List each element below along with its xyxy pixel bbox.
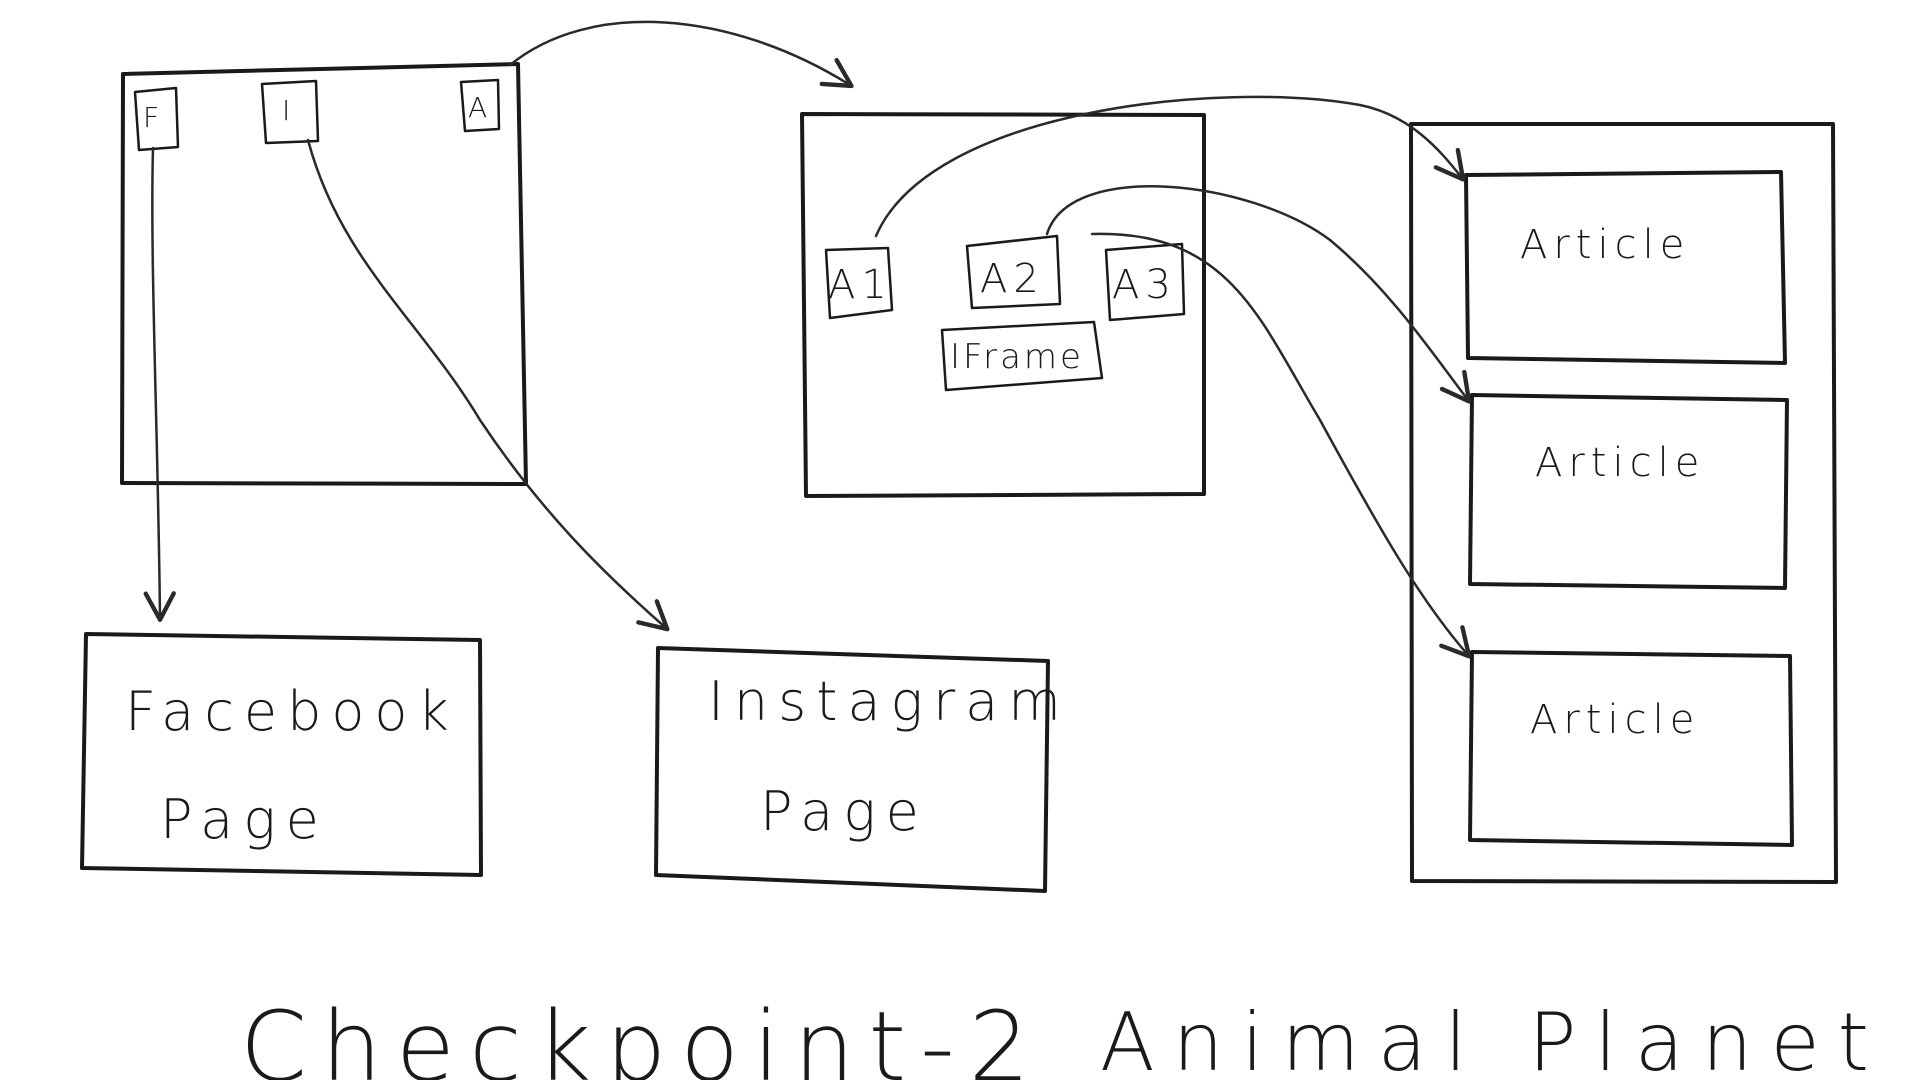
wireframe-diagram: F I A Facebook Page Instagram Page A1 A2 bbox=[80, 20, 1920, 1080]
article-title-2: Article bbox=[1535, 440, 1705, 486]
article-title-3: Article bbox=[1530, 697, 1700, 743]
instagram-link-label: I bbox=[282, 94, 292, 127]
animal-planet-page-frame: A1 A2 A3 IFrame bbox=[800, 112, 1206, 498]
instagram-link-button[interactable]: I bbox=[260, 79, 320, 145]
arrow-facebook bbox=[143, 146, 176, 622]
articles-page-frame: Article Article Article bbox=[1409, 122, 1838, 884]
facebook-link-label: F bbox=[143, 101, 161, 134]
animal-link-label: A bbox=[468, 91, 489, 124]
facebook-page-frame: Facebook Page bbox=[80, 632, 483, 877]
article-title-1: Article bbox=[1520, 222, 1690, 268]
iframe-box: IFrame bbox=[940, 320, 1104, 392]
animal-planet-caption: Animal Planet Page bbox=[1100, 996, 1920, 1080]
a1-button[interactable]: A1 bbox=[824, 246, 894, 320]
instagram-page-frame: Instagram Page bbox=[654, 646, 1071, 893]
facebook-link-button[interactable]: F bbox=[133, 86, 180, 152]
a3-button[interactable]: A3 bbox=[1104, 242, 1186, 322]
a2-label: A2 bbox=[980, 256, 1045, 302]
a1-label: A1 bbox=[828, 262, 893, 308]
iframe-label: IFrame bbox=[950, 337, 1084, 377]
arrow-animal-planet bbox=[508, 20, 854, 89]
diagram-title: Checkpoint-2 bbox=[240, 991, 1044, 1080]
article-card-3[interactable]: Article bbox=[1468, 650, 1794, 847]
arrow-instagram bbox=[306, 138, 670, 632]
home-page-frame: F I A bbox=[120, 62, 528, 486]
instagram-page-title: Instagram bbox=[708, 670, 1071, 733]
facebook-page-title: Facebook bbox=[125, 680, 459, 743]
arrow-a2-article-2 bbox=[1045, 185, 1472, 404]
diagram-canvas: F I A Facebook Page Instagram Page A1 A2 bbox=[0, 0, 1920, 1080]
article-card-1[interactable]: Article bbox=[1464, 170, 1787, 365]
animal-link-button[interactable]: A bbox=[459, 78, 501, 133]
article-card-2[interactable]: Article bbox=[1468, 393, 1789, 590]
a3-label: A3 bbox=[1112, 262, 1177, 308]
facebook-page-subtitle: Page bbox=[160, 788, 329, 851]
a2-button[interactable]: A2 bbox=[965, 234, 1062, 310]
instagram-page-subtitle: Page bbox=[760, 780, 929, 843]
arrow-a1-article-1 bbox=[874, 95, 1466, 238]
